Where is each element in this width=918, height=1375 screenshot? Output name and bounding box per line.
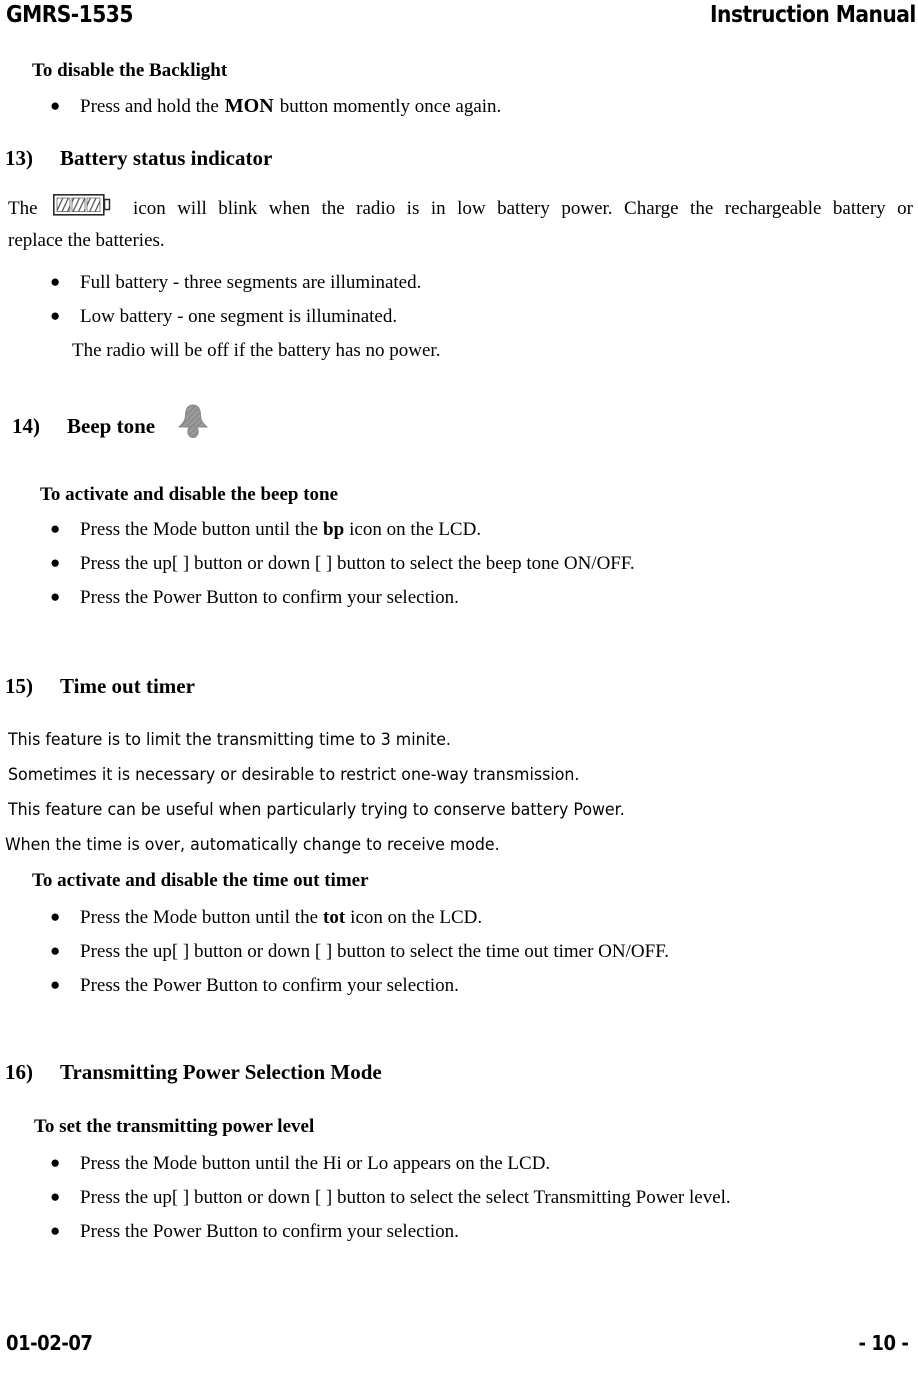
battery-para-line2: replace the batteries. (8, 230, 165, 251)
beep-bullet-updown: ● Press the up[ ] button or down [ ] butt… (50, 551, 635, 576)
battery-para-line1-wrap: icon will blink when the radio is in low… (0, 197, 918, 221)
section-15-number: 15) (5, 674, 33, 698)
power-bullet-updown-text: Press the up[ ] button or down [ ] butto… (80, 1187, 731, 1208)
timer-intro-line-4: When the time is over, automatically cha… (5, 835, 500, 855)
page-footer: 01-02-07 - 10 - (0, 1330, 918, 1360)
bullet-icon: ● (50, 941, 61, 960)
tot-icon-label: tot (323, 907, 346, 928)
section-16-title: Transmitting Power Selection Mode (60, 1060, 382, 1084)
power-bullet-power-text: Press the Power Button to confirm your s… (80, 1221, 459, 1242)
section-14-heading: 14) Beep tone (12, 414, 155, 438)
section-15-heading: 15) Time out timer (5, 674, 195, 698)
bullet-icon: ● (50, 975, 61, 994)
power-bullet-mode: ● Press the Mode button until the Hi or L… (50, 1151, 550, 1176)
bullet-icon: ● (50, 1187, 61, 1206)
battery-bullet-low: ● Low battery - one segment is illuminate… (50, 304, 397, 329)
section-14-number: 14) (12, 414, 40, 438)
beep-bullet-power-text: Press the Power Button to confirm your s… (80, 587, 459, 608)
bell-icon (176, 402, 210, 440)
timer-bullet-mode: ● Press the Mode button until the tot icon … (50, 905, 482, 930)
document-model-number: GMRS-1535 (6, 2, 133, 28)
bp-icon-label: bp (323, 519, 345, 540)
timer-sub-heading: To activate and disable the time out tim… (32, 870, 369, 891)
footer-page-number: - 10 - (858, 1331, 908, 1355)
backlight-bullet: ● Press and hold the MON button momently on… (50, 94, 501, 119)
section-14-title: Beep tone (67, 414, 156, 438)
mon-button-label: MON (224, 95, 274, 117)
bullet-icon: ● (50, 1153, 61, 1172)
bullet-icon: ● (50, 587, 61, 606)
bullet-icon: ● (50, 1221, 61, 1240)
timer-bullet-mode-after: icon on the LCD. (350, 907, 483, 928)
beep-bullet-mode-before: Press the Mode button until the (80, 519, 319, 540)
battery-bullet-full: ● Full battery - three segments are illum… (50, 270, 421, 295)
beep-bullet-power: ● Press the Power Button to confirm your … (50, 585, 459, 610)
bullet-icon: ● (50, 519, 61, 538)
beep-bullet-updown-text: Press the up[ ] button or down [ ] butto… (80, 553, 635, 574)
bullet-icon: ● (50, 272, 61, 291)
timer-bullet-updown-text: Press the up[ ] button or down [ ] butto… (80, 941, 669, 962)
battery-para-line1: icon will blink when the radio is in low… (133, 198, 913, 219)
document-title: Instruction Manual (710, 2, 916, 28)
section-16-number: 16) (5, 1060, 33, 1084)
battery-bullet-low-text: Low battery - one segment is illuminated… (80, 306, 398, 327)
timer-intro-line-3: This feature can be useful when particul… (8, 800, 625, 820)
timer-intro-line-1: This feature is to limit the transmittin… (8, 730, 451, 750)
bullet-icon: ● (50, 306, 61, 325)
footer-date: 01-02-07 (6, 1331, 93, 1355)
power-sub-heading: To set the transmitting power level (34, 1116, 315, 1137)
running-head: GMRS-1535 Instruction Manual (0, 0, 918, 34)
power-bullet-updown: ● Press the up[ ] button or down [ ] butt… (50, 1185, 731, 1210)
section-13-number: 13) (5, 146, 33, 170)
bullet-icon: ● (50, 96, 61, 115)
backlight-bullet-suffix: button momently once again. (279, 96, 502, 117)
beep-tone-sub-heading: To activate and disable the beep tone (40, 484, 339, 505)
battery-no-power-note: The radio will be off if the battery has… (72, 340, 441, 361)
timer-bullet-updown: ● Press the up[ ] button or down [ ] butt… (50, 939, 669, 964)
section-15-title: Time out timer (60, 674, 195, 698)
power-bullet-power: ● Press the Power Button to confirm your … (50, 1219, 459, 1244)
bullet-icon: ● (50, 553, 61, 572)
timer-bullet-power-text: Press the Power Button to confirm your s… (80, 975, 459, 996)
backlight-bullet-prefix: Press and hold the (80, 96, 219, 117)
timer-bullet-power: ● Press the Power Button to confirm your … (50, 973, 459, 998)
bullet-icon: ● (50, 907, 61, 926)
power-bullet-mode-text: Press the Mode button until the Hi or Lo… (80, 1153, 551, 1174)
section-13-heading: 13) Battery status indicator (5, 146, 272, 170)
backlight-heading: To disable the Backlight (32, 60, 228, 81)
beep-bullet-mode-after: icon on the LCD. (349, 519, 482, 540)
section-16-heading: 16) Transmitting Power Selection Mode (5, 1060, 382, 1084)
section-13-title: Battery status indicator (60, 146, 273, 170)
battery-bullet-full-text: Full battery - three segments are illumi… (80, 272, 422, 293)
timer-bullet-mode-before: Press the Mode button until the (80, 907, 319, 928)
beep-bullet-mode: ● Press the Mode button until the bp icon o… (50, 517, 481, 542)
timer-intro-line-2: Sometimes it is necessary or desirable t… (8, 765, 580, 785)
